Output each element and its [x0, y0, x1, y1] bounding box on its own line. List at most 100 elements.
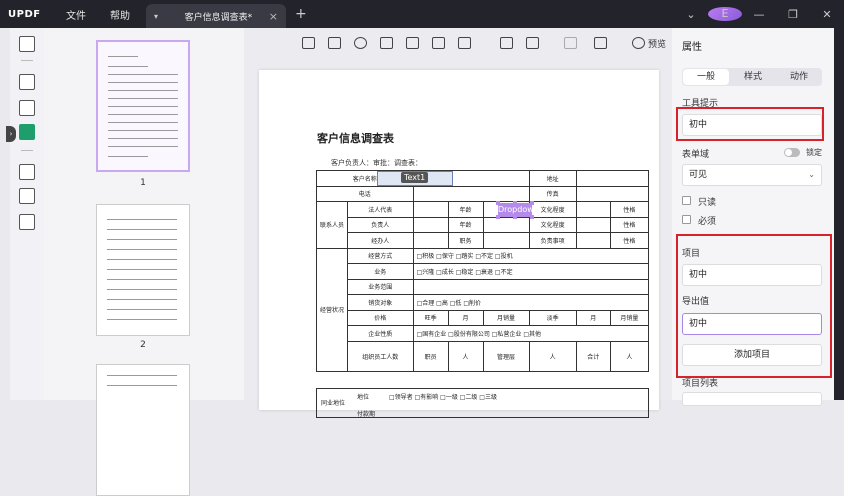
table-cell	[575, 185, 650, 202]
table-cell: 法人代表	[347, 201, 414, 218]
new-tab-icon[interactable]: +	[295, 6, 307, 22]
page-thumbnail-1[interactable]	[96, 40, 190, 172]
table-cell: 人	[447, 340, 484, 372]
tab-title: 客户信息调查表*	[184, 12, 253, 23]
table-cell: 经营状况	[315, 247, 349, 372]
organize-pages-icon[interactable]	[19, 164, 35, 180]
tab-menu-icon[interactable]: ▾	[154, 12, 158, 21]
resize-handle[interactable]	[513, 201, 517, 205]
checkbox-icon[interactable]	[328, 37, 341, 49]
preview-label[interactable]: 预览	[648, 37, 666, 50]
form-field-label: 表单域	[682, 150, 710, 160]
properties-tabs: 一般 样式 动作	[682, 68, 822, 86]
button-icon[interactable]	[432, 37, 445, 49]
properties-title: 属性	[682, 42, 702, 53]
properties-panel: 属性 一般 样式 动作 工具提示 初中 表单域 锁定 可见 ⌄ 只读 必须 项目…	[672, 28, 834, 406]
tab-style[interactable]: 样式	[730, 68, 776, 86]
lock-label: 锁定	[806, 148, 822, 157]
lock-toggle[interactable]	[784, 148, 800, 157]
tab-general[interactable]: 一般	[683, 69, 729, 85]
table-cell: □国有企业 □股份有限公司 □私营企业 □其他	[412, 325, 650, 342]
table-cell: 月	[575, 309, 611, 326]
page-thumbnail-3[interactable]	[96, 364, 190, 496]
dropdown-icon[interactable]	[406, 37, 419, 49]
text-field-icon[interactable]	[302, 37, 315, 49]
comment-icon[interactable]	[19, 74, 35, 90]
table-cell: 性格	[609, 201, 650, 218]
readonly-label: 只读	[698, 198, 717, 208]
avatar[interactable]: E	[708, 7, 742, 21]
resize-handle[interactable]	[496, 201, 500, 205]
menu-file[interactable]: 文件	[54, 7, 98, 22]
table-row: 电话 传真	[316, 185, 650, 202]
image-field-icon[interactable]	[458, 37, 471, 49]
table-cell: 职务	[447, 232, 484, 249]
thumbnail-panel: 1 2	[44, 28, 244, 496]
table-cell: 业务范围	[347, 278, 414, 295]
preview-toggle-icon[interactable]	[632, 37, 645, 49]
document-subtitle: 客户负责人：审批：调查表：	[331, 159, 422, 167]
duplicate-icon[interactable]	[500, 37, 513, 49]
table-cell	[575, 170, 650, 187]
table-row: 客户名称 地址	[316, 170, 650, 187]
required-checkbox[interactable]	[682, 215, 691, 224]
form-icon[interactable]	[19, 124, 35, 140]
highlight-box	[676, 107, 824, 141]
item-list-box[interactable]	[682, 392, 822, 406]
page-thumbnail-2[interactable]	[96, 204, 190, 336]
resize-handle[interactable]	[496, 215, 500, 219]
table-cell: □兴隆 □成长 □稳定 □衰退 □不定	[412, 263, 650, 280]
tab-close-icon[interactable]: ×	[269, 10, 278, 23]
resize-handle[interactable]	[530, 201, 534, 205]
document-title: 客户信息调查表	[317, 132, 394, 145]
collapse-rail-icon[interactable]: ›	[6, 126, 16, 142]
table-cell	[575, 201, 611, 218]
table-row: 经办人 职务 负责事项 性格	[317, 232, 650, 249]
resize-handle[interactable]	[513, 215, 517, 219]
crop-icon[interactable]	[19, 188, 35, 204]
pdf-page: 客户信息调查表 客户负责人：审批：调查表： 客户名称 地址 电话 传真 联系人员 法人…	[259, 70, 659, 418]
table-cell: 月	[447, 309, 484, 326]
visibility-select[interactable]: 可见 ⌄	[682, 164, 822, 186]
table-row: 业务范围	[317, 278, 650, 295]
table-cell: 销货对象	[347, 294, 414, 311]
readonly-checkbox[interactable]	[682, 196, 691, 205]
table-cell: 月销量	[482, 309, 530, 326]
rail-divider	[21, 60, 33, 61]
table-row: 负责人 年龄 文化程度 性格	[317, 216, 650, 233]
table-cell: 联系人员	[315, 201, 349, 249]
rail-divider	[21, 150, 33, 151]
table-cell	[412, 232, 449, 249]
tab-actions[interactable]: 动作	[776, 68, 822, 86]
edit-icon[interactable]	[19, 100, 35, 116]
resize-handle[interactable]	[530, 215, 534, 219]
document-area: 预览 客户信息调查表 客户负责人：审批：调查表： 客户名称 地址 电话 传真 联系人…	[244, 28, 672, 418]
table-cell: 价格	[347, 309, 414, 326]
table-cell: 企业性质	[347, 325, 414, 342]
layers-icon[interactable]	[19, 214, 35, 230]
table-cell: 管理层	[482, 340, 530, 372]
document-tab[interactable]: ▾ 客户信息调查表* ×	[146, 4, 286, 28]
radio-button-icon[interactable]	[354, 37, 367, 49]
list-box-icon[interactable]	[380, 37, 393, 49]
table-cell: 职员	[412, 340, 449, 372]
minimize-icon[interactable]: —	[742, 8, 776, 21]
close-window-icon[interactable]: ✕	[810, 8, 844, 21]
table-cell	[412, 185, 530, 202]
text1-field-label: Text1	[401, 172, 429, 183]
restore-icon[interactable]: ❐	[776, 8, 810, 21]
item-list-label: 项目列表	[682, 379, 719, 389]
right-edge-bar	[834, 28, 844, 400]
chevron-down-icon[interactable]: ⌄	[674, 8, 708, 21]
align-icon[interactable]	[564, 37, 577, 49]
table-cell: 旺季	[412, 309, 449, 326]
table-cell: 负责人	[347, 216, 414, 233]
grid-icon[interactable]	[526, 37, 539, 49]
tools-icon[interactable]	[594, 37, 607, 49]
menu-help[interactable]: 帮助	[98, 7, 142, 22]
table-cell: 年龄	[447, 201, 484, 218]
reader-icon[interactable]	[19, 36, 35, 52]
table-cell: 人	[609, 340, 650, 372]
visibility-value: 可见	[689, 170, 708, 180]
table-cell	[482, 232, 530, 249]
